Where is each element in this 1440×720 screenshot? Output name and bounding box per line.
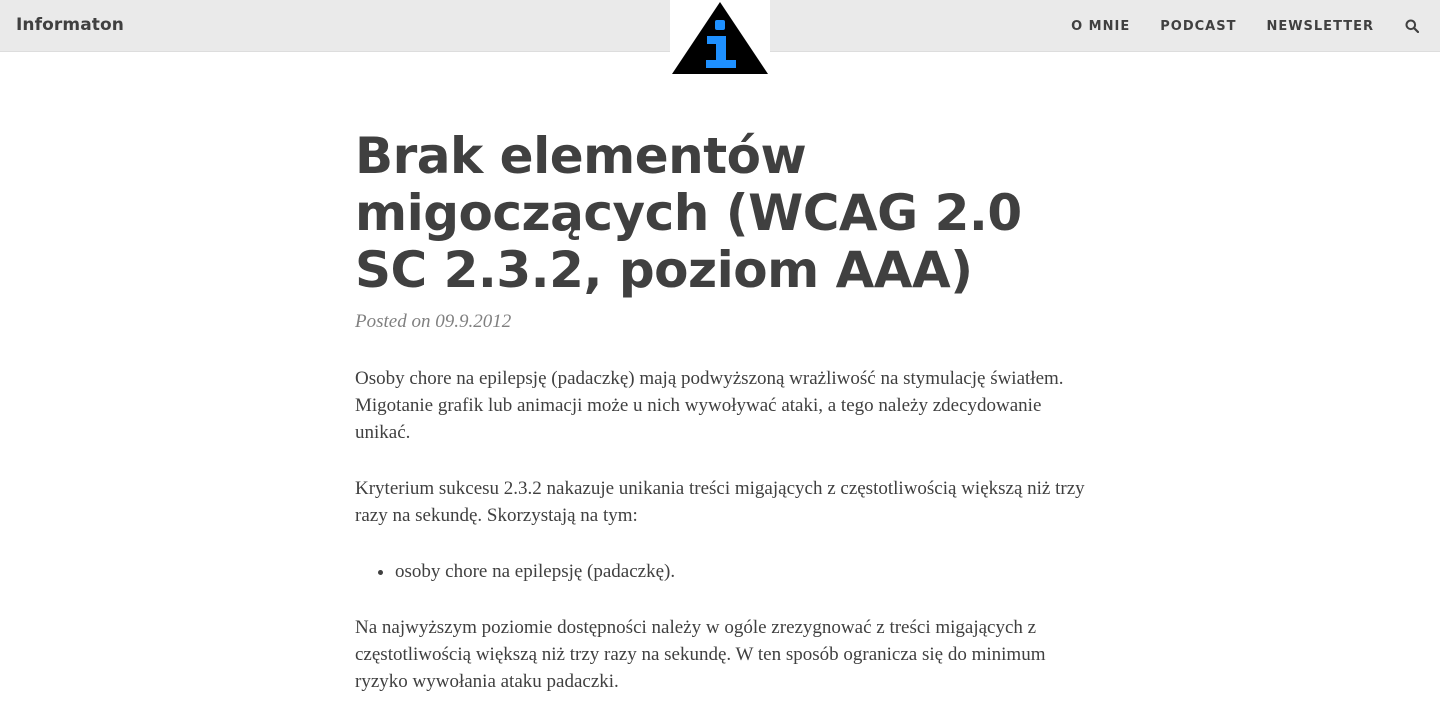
post-meta: Posted on 09.9.2012 [355,311,512,332]
search-button[interactable] [1404,18,1420,34]
nav-link-newsletter[interactable]: NEWSLETTER [1266,19,1374,34]
paragraph: Osoby chore na epilepsję (padaczkę) mają… [355,368,1064,443]
site-logo[interactable] [670,0,770,75]
post-body: Osoby chore na epilepsję (padaczkę) mają… [355,365,1085,695]
nav-links: O MNIE PODCAST NEWSLETTER [1071,0,1420,52]
paragraph: Kryterium sukcesu 2.3.2 nakazuje unikani… [355,478,1085,526]
paragraph: Na najwyższym poziomie dostępności należ… [355,617,1046,692]
post-article: Brak elementów migoczących (WCAG 2.0 SC … [355,128,1085,720]
post-title: Brak elementów migoczących (WCAG 2.0 SC … [355,127,1022,299]
search-icon [1405,19,1419,33]
top-navbar: Informaton O MNIE PODCAST NEWSLETTER [0,0,1440,75]
info-triangle-icon [672,2,768,74]
site-brand-link[interactable]: Informaton [16,15,124,35]
list-item: osoby chore na epilepsję (padaczkę). [395,558,1085,585]
nav-link-o-mnie[interactable]: O MNIE [1071,19,1130,34]
nav-link-podcast[interactable]: PODCAST [1160,19,1236,34]
bullet-list: osoby chore na epilepsję (padaczkę). [395,558,1085,585]
